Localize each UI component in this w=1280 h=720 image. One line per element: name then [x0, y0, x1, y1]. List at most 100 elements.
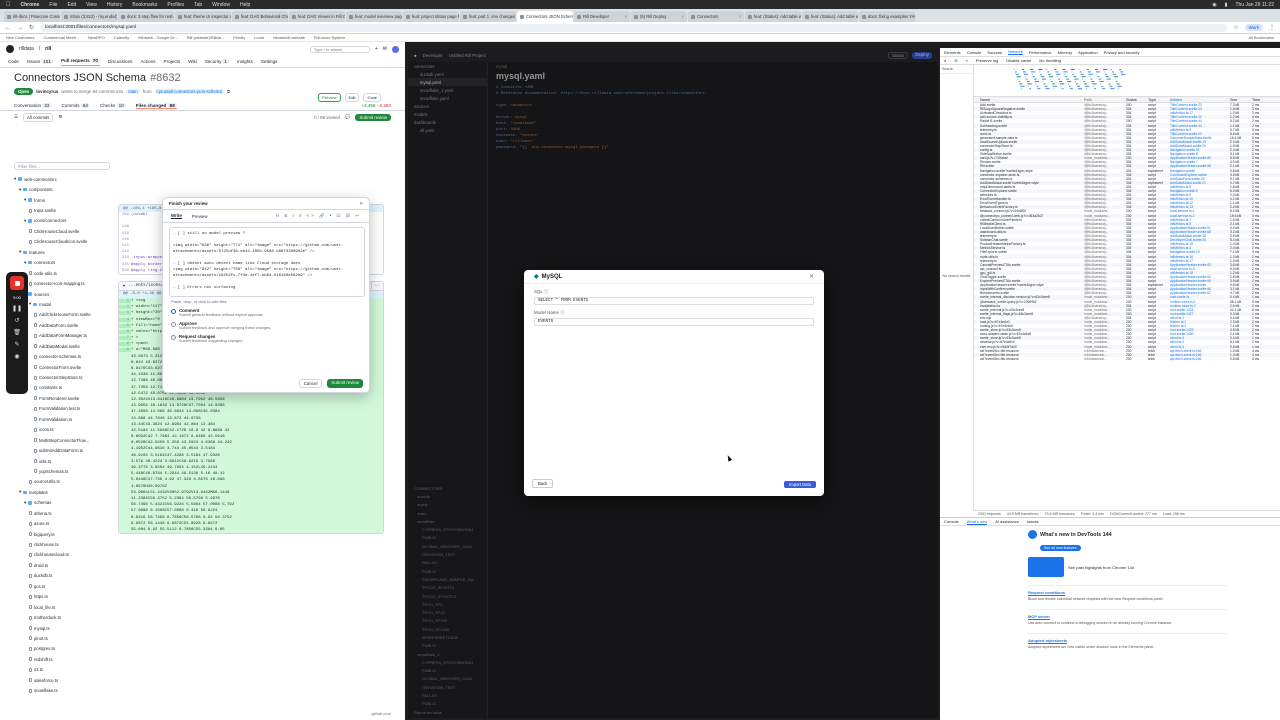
settings-gear-icon[interactable]: ⚙ [58, 114, 62, 120]
network-overview-timeline[interactable] [974, 65, 1280, 97]
tree-file[interactable]: FormValidation.test.ts [14, 404, 110, 414]
menubar-clock[interactable]: Thu Jan 29 11:22 [1235, 2, 1274, 8]
filter-icon[interactable]: ▿ [966, 58, 968, 63]
menubar-item[interactable]: Window [212, 2, 230, 8]
tree-file[interactable]: postgres.ts [14, 644, 110, 654]
plus-icon[interactable]: + [375, 46, 378, 52]
tree-file[interactable]: Input.svelte [14, 205, 110, 215]
copy-icon[interactable]: ⧉ [227, 89, 230, 94]
tree-file[interactable]: https.ts [14, 592, 110, 602]
tree-file[interactable]: AddDataModal.svelte [14, 341, 110, 351]
devtools-tab-performance[interactable]: Performance [1029, 50, 1052, 55]
drawer-tab[interactable]: AI assistance [995, 519, 1019, 524]
github-search-input[interactable]: Type / to search [309, 45, 370, 53]
browser-tab[interactable]: docs: fixing examples YAML× [859, 11, 915, 22]
battery-icon[interactable]: ▮ [1225, 2, 1228, 8]
cancel-button[interactable]: Cancel [298, 379, 323, 388]
devtools-tab-elements[interactable]: Elements [944, 50, 961, 55]
kebab-menu-icon[interactable]: ⋯ [375, 283, 379, 288]
markdown-toolbar[interactable]: H B I ≡ <> 🔗 • ☑ @ ↩ [276, 213, 361, 219]
back-arrow-icon[interactable]: ← [5, 25, 11, 31]
tree-file[interactable]: salesforce.ts [14, 675, 110, 685]
whats-new-link[interactable]: Request conditions [1028, 590, 1228, 595]
whats-new-link[interactable]: Adopted stylesheets [1028, 638, 1228, 643]
pr-tab-files-changed[interactable]: Files changed 88 [135, 102, 177, 109]
drawer-tab[interactable]: Console [944, 519, 959, 524]
repo-nav-actions[interactable]: Actions [140, 59, 155, 64]
column-header-path[interactable]: Path [1084, 98, 1126, 102]
stop-recording-button[interactable] [10, 276, 24, 290]
tree-file[interactable]: code-utils.ts [14, 268, 110, 278]
submit-review-dropdown[interactable]: Submit review [355, 113, 391, 121]
tree-file[interactable]: sourceUtils.ts [14, 477, 110, 487]
tree-folder[interactable]: ▾ templates [14, 487, 110, 497]
clear-icon[interactable]: ⊘ [954, 58, 957, 63]
review-body-textarea[interactable] [169, 227, 365, 297]
bookmark-item[interactable]: All Bookmarks [1248, 35, 1274, 40]
collapse-chevron-icon[interactable]: ▾ [123, 283, 125, 288]
close-icon[interactable]: ✕ [359, 201, 363, 207]
repo-nav-pull-requests[interactable]: Pull requests 70 [60, 57, 100, 66]
repo-nav-discussions[interactable]: Discussions [108, 59, 133, 64]
whats-new-link[interactable]: MCP server [1028, 614, 1228, 619]
url-input[interactable]: localhost:3001/files/connectors/mysql.ya… [40, 23, 1228, 32]
column-header-size[interactable]: Size [1230, 98, 1252, 102]
inbox-icon[interactable]: ✉ [383, 46, 387, 52]
browser-tab[interactable]: feat: DAG Behavioral Change× [232, 11, 288, 22]
column-header-status[interactable]: Status [1126, 98, 1148, 102]
tree-file[interactable]: ConnectorStepStore.ts [14, 372, 110, 382]
tree-file[interactable]: ClickHouseCloud.svelte [14, 226, 110, 236]
tree-file[interactable]: icons.ts [14, 425, 110, 435]
review-option-request-changes[interactable]: Request changes Submit feedback suggestin… [163, 332, 369, 345]
tree-file[interactable]: AddClickHouseForm.svelte [14, 310, 110, 320]
base-branch[interactable]: main [126, 89, 140, 94]
tree-file[interactable]: redshift.ts [14, 654, 110, 664]
head-branch[interactable]: cyrus/all-connectors-json-schema [154, 89, 224, 94]
tree-folder[interactable]: ▾ forms [14, 195, 110, 205]
camera-icon[interactable]: ◉ [14, 353, 19, 360]
review-option-approve[interactable]: Approve Submit feedback and approve mergi… [163, 319, 369, 332]
browser-tab[interactable]: feat: (Status): Add table with× [745, 11, 801, 22]
pr-author[interactable]: lovincyrus [36, 89, 58, 94]
tree-folder[interactable]: ▾ connectors [14, 258, 110, 268]
browser-tab[interactable]: Connectors × [688, 11, 744, 22]
column-header-time[interactable]: Time [1252, 98, 1272, 102]
tree-file[interactable]: connector-schemas.ts [14, 351, 110, 361]
browser-tab[interactable]: Rill Developer × [574, 11, 630, 22]
devtools-tab-network[interactable]: Network [1008, 49, 1023, 55]
repo-nav-issues[interactable]: Issues 151 [27, 59, 53, 64]
github-logo-icon[interactable] [6, 45, 14, 53]
trash-icon[interactable]: 🗑 [13, 329, 21, 336]
tree-file[interactable]: gcs.ts [14, 581, 110, 591]
bookmark-item[interactable]: Feedly [233, 35, 245, 40]
menubar-item[interactable]: History [107, 2, 123, 8]
tree-file[interactable]: ClickHouseCloudIcon.svelte [14, 237, 110, 247]
menubar-item[interactable]: Tab [194, 2, 202, 8]
bookmark-item[interactable]: Miniweb - Google Dr... [138, 35, 178, 40]
bookmark-item[interactable]: Calendly [114, 35, 130, 40]
repo-nav-code[interactable]: Code [8, 59, 19, 64]
tab-preview[interactable]: Preview [192, 214, 208, 219]
back-button[interactable]: Back [532, 479, 554, 488]
network-toolbar-option[interactable]: No throttling [1039, 58, 1061, 63]
column-header-initiator[interactable]: Initiator [1170, 98, 1230, 102]
menubar-item[interactable]: Profiles [167, 2, 184, 8]
tree-file[interactable]: snowflake.ts [14, 685, 110, 695]
comment-icon[interactable]: 💬 [345, 114, 350, 120]
tree-folder[interactable]: ▾ components [14, 184, 110, 194]
tree-file[interactable]: constants.ts [14, 383, 110, 393]
pause-icon[interactable]: ❚❚ [12, 305, 22, 312]
devtools-tab-console[interactable]: Console [967, 50, 982, 55]
tree-file[interactable]: druid.ts [14, 560, 110, 570]
pr-tab-conversation[interactable]: Conversation 22 [14, 103, 52, 108]
tree-file[interactable]: AddDataFormManager.ts [14, 331, 110, 341]
tree-folder[interactable]: ▾ web-common/src [14, 174, 110, 184]
record-icon[interactable]: ● [944, 58, 946, 63]
devtools-tab-memory[interactable]: Memory [1058, 50, 1072, 55]
reload-icon[interactable]: ↻ [29, 24, 34, 31]
browser-tab[interactable]: feat: (Status): Add table with× [802, 11, 858, 22]
sql-input[interactable]: SELECT * FROM EVENTS [534, 297, 814, 305]
repo-nav-projects[interactable]: Projects [164, 59, 181, 64]
close-icon[interactable]: × [625, 14, 627, 19]
close-icon[interactable]: ✕ [809, 273, 814, 280]
